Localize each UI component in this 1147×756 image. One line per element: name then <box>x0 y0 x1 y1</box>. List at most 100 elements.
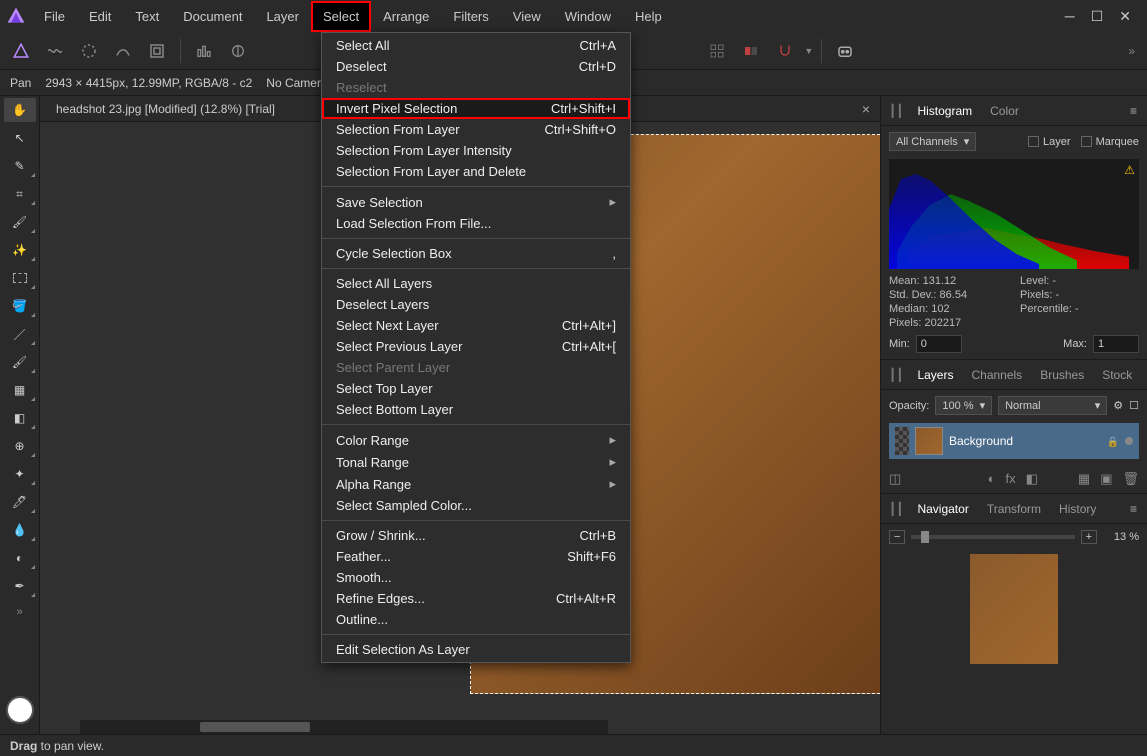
document-tab[interactable]: headshot 23.jpg [Modified] (12.8%) [Tria… <box>48 98 283 120</box>
menuitem-selection-from-layer-intensity[interactable]: Selection From Layer Intensity <box>322 140 630 161</box>
color-picker-tool-icon[interactable]: ✎ <box>4 154 36 178</box>
dodge-brush-tool-icon[interactable]: 🖊 <box>4 490 36 514</box>
menu-help[interactable]: Help <box>623 1 674 32</box>
clone-brush-tool-icon[interactable]: ⊕ <box>4 434 36 458</box>
tools-expand-icon[interactable]: » <box>16 606 22 618</box>
menuitem-edit-selection-as-layer[interactable]: Edit Selection As Layer <box>322 639 630 660</box>
panel-menu-icon[interactable]: ≡ <box>1124 502 1143 516</box>
blend-mode-dropdown[interactable]: Normal▾ <box>998 396 1107 415</box>
tab-stock[interactable]: Stock <box>1094 362 1140 388</box>
menuitem-refine-edges-[interactable]: Refine Edges...Ctrl+Alt+R <box>322 588 630 609</box>
menu-edit[interactable]: Edit <box>77 1 123 32</box>
menuitem-color-range[interactable]: Color Range▸ <box>322 429 630 451</box>
persona-photo-icon[interactable] <box>6 36 36 66</box>
erase-brush-tool-icon[interactable]: ◧ <box>4 406 36 430</box>
live-filter-icon[interactable]: ◧ <box>1026 471 1038 487</box>
navigator-preview[interactable] <box>970 554 1058 664</box>
flood-select-tool-icon[interactable]: ✨ <box>4 238 36 262</box>
histogram-min-input[interactable] <box>916 335 962 353</box>
zoom-slider[interactable] <box>911 535 1074 539</box>
crop-tool-icon[interactable]: ⌗ <box>4 182 36 206</box>
tab-color[interactable]: Color <box>982 98 1027 124</box>
toolbar-snapping-icon[interactable] <box>770 36 800 66</box>
histogram-marquee-checkbox[interactable]: Marquee <box>1081 136 1139 148</box>
menuitem-tonal-range[interactable]: Tonal Range▸ <box>322 451 630 473</box>
adjustment-layer-icon[interactable]: ◐ <box>988 471 996 487</box>
panel-menu-icon[interactable]: ≡ <box>1142 368 1147 382</box>
panel-menu-icon[interactable]: ≡ <box>1124 104 1143 118</box>
menuitem-smooth-[interactable]: Smooth... <box>322 567 630 588</box>
toolbar-autolevels-icon[interactable] <box>189 36 219 66</box>
toolbar-split-icon[interactable] <box>736 36 766 66</box>
menuitem-select-all[interactable]: Select AllCtrl+A <box>322 35 630 56</box>
view-tool-icon[interactable]: ✋ <box>4 98 36 122</box>
menu-file[interactable]: File <box>32 1 77 32</box>
persona-liquify-icon[interactable] <box>40 36 70 66</box>
inpainting-brush-tool-icon[interactable]: ✦ <box>4 462 36 486</box>
smudge-brush-tool-icon[interactable]: 💧 <box>4 518 36 542</box>
toolbar-grid-icon[interactable] <box>702 36 732 66</box>
pen-tool-icon[interactable]: ✒ <box>4 574 36 598</box>
menuitem-select-sampled-color-[interactable]: Select Sampled Color... <box>322 495 630 516</box>
layer-settings-icon[interactable]: ⚙ <box>1113 399 1123 412</box>
persona-export-icon[interactable] <box>142 36 172 66</box>
add-pixel-layer-icon[interactable]: ▦ <box>1078 471 1090 487</box>
menu-layer[interactable]: Layer <box>254 1 311 32</box>
maximize-button[interactable]: ☐ <box>1091 8 1104 25</box>
color-swatch[interactable] <box>6 696 34 724</box>
persona-develop-icon[interactable] <box>74 36 104 66</box>
histogram-max-input[interactable] <box>1093 335 1139 353</box>
tab-layers[interactable]: Layers <box>909 362 961 388</box>
tab-history[interactable]: History <box>1051 496 1104 522</box>
toolbar-overflow-icon[interactable]: » <box>1128 44 1141 58</box>
tab-transform[interactable]: Transform <box>979 496 1049 522</box>
paint-brush-tool-icon[interactable]: 🖌 <box>4 350 36 374</box>
horizontal-scrollbar[interactable] <box>80 720 608 734</box>
menuitem-outline-[interactable]: Outline... <box>322 609 630 630</box>
menuitem-select-bottom-layer[interactable]: Select Bottom Layer <box>322 399 630 420</box>
toolbar-assistant-icon[interactable] <box>830 36 860 66</box>
menuitem-cycle-selection-box[interactable]: Cycle Selection Box, <box>322 243 630 264</box>
menuitem-select-next-layer[interactable]: Select Next LayerCtrl+Alt+] <box>322 315 630 336</box>
tab-channels[interactable]: Channels <box>963 362 1030 388</box>
marquee-tool-icon[interactable] <box>4 266 36 290</box>
menu-filters[interactable]: Filters <box>441 1 500 32</box>
group-layers-icon[interactable]: ▣ <box>1100 471 1112 487</box>
opacity-dropdown[interactable]: 100 %▾ <box>935 396 992 415</box>
tab-histogram[interactable]: Histogram <box>909 98 980 124</box>
tab-navigator[interactable]: Navigator <box>909 496 976 522</box>
persona-tone-icon[interactable] <box>108 36 138 66</box>
menuitem-alpha-range[interactable]: Alpha Range▸ <box>322 473 630 495</box>
menuitem-feather-[interactable]: Feather...Shift+F6 <box>322 546 630 567</box>
move-tool-icon[interactable]: ↖ <box>4 126 36 150</box>
mask-layer-icon[interactable]: ◫ <box>889 471 901 487</box>
menuitem-select-all-layers[interactable]: Select All Layers <box>322 273 630 294</box>
layer-row[interactable]: Background <box>889 423 1139 459</box>
zoom-out-button[interactable]: − <box>889 530 905 544</box>
menu-select[interactable]: Select <box>311 1 371 32</box>
menuitem-deselect-layers[interactable]: Deselect Layers <box>322 294 630 315</box>
menu-arrange[interactable]: Arrange <box>371 1 441 32</box>
close-document-icon[interactable]: × <box>858 101 874 117</box>
panel-grip-icon[interactable]: ┃┃ <box>885 502 907 516</box>
toolbar-autocontrast-icon[interactable] <box>223 36 253 66</box>
minimize-button[interactable]: ─ <box>1065 8 1075 25</box>
gradient-tool-icon[interactable]: ／ <box>4 322 36 346</box>
menu-document[interactable]: Document <box>171 1 254 32</box>
menuitem-invert-pixel-selection[interactable]: Invert Pixel SelectionCtrl+Shift+I <box>322 98 630 119</box>
menuitem-deselect[interactable]: DeselectCtrl+D <box>322 56 630 77</box>
layer-add-icon[interactable]: ☐ <box>1129 399 1139 412</box>
menuitem-selection-from-layer[interactable]: Selection From LayerCtrl+Shift+O <box>322 119 630 140</box>
menuitem-load-selection-from-file-[interactable]: Load Selection From File... <box>322 213 630 234</box>
menu-text[interactable]: Text <box>123 1 171 32</box>
delete-layer-icon[interactable]: 🗑 <box>1122 471 1139 487</box>
histogram-layer-checkbox[interactable]: Layer <box>1028 136 1071 148</box>
blur-brush-tool-icon[interactable]: ◐ <box>4 546 36 570</box>
layer-visibility-icon[interactable] <box>895 427 909 455</box>
pixel-tool-icon[interactable]: ▦ <box>4 378 36 402</box>
layer-tag-icon[interactable] <box>1125 437 1133 445</box>
fx-layer-icon[interactable]: fx <box>1005 471 1015 487</box>
menuitem-select-top-layer[interactable]: Select Top Layer <box>322 378 630 399</box>
panel-grip-icon[interactable]: ┃┃ <box>885 104 907 118</box>
menuitem-select-previous-layer[interactable]: Select Previous LayerCtrl+Alt+[ <box>322 336 630 357</box>
